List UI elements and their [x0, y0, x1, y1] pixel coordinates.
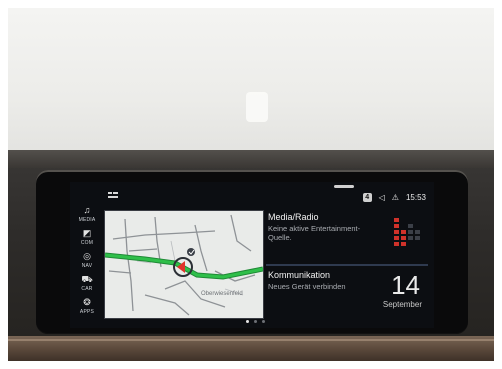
sidebar-item-nav[interactable]: ◎ NAV [72, 250, 102, 272]
navigation-icon: ◎ [83, 251, 91, 261]
car-icon: ⛟ [81, 274, 93, 284]
trim-highlight [8, 339, 494, 341]
photo-scene: 4 ◁ ⚠ 15:53 ♫ MEDIA ◩ COM ◎ NAV ⛟ CAR ❂ … [0, 0, 502, 369]
background-wall [8, 8, 494, 160]
date-month: September [382, 300, 422, 309]
phone-icon: ◩ [82, 228, 92, 238]
media-radio-tile[interactable]: Media/Radio Keine aktive Entertainment- … [266, 210, 428, 262]
tile-divider [266, 264, 428, 266]
page-dot[interactable] [262, 320, 265, 323]
status-bar: 4 ◁ ⚠ 15:53 [70, 182, 434, 204]
speaker-icon: ◁ [378, 192, 385, 202]
apps-icon: ❂ [83, 297, 91, 307]
dashboard-top-edge [8, 150, 494, 168]
notification-badge[interactable]: 4 [362, 192, 372, 202]
sidebar: ♫ MEDIA ◩ COM ◎ NAV ⛟ CAR ❂ APPS [70, 204, 104, 324]
navigation-map[interactable]: Oberwiesenfeld [104, 210, 264, 319]
drag-handle[interactable] [334, 185, 354, 188]
user-icon: ⚠ [391, 192, 399, 202]
clock: 15:53 [405, 192, 426, 202]
sidebar-item-car[interactable]: ⛟ CAR [72, 273, 102, 295]
sidebar-item-com[interactable]: ◩ COM [72, 227, 102, 249]
communication-subtitle: Neues Gerät verbinden [268, 282, 346, 291]
sidebar-item-label: MEDIA [78, 217, 96, 223]
widget-panel: Media/Radio Keine aktive Entertainment- … [266, 210, 428, 317]
page-dot[interactable] [254, 320, 257, 323]
media-subtitle-line1: Keine aktive Entertainment- [268, 224, 361, 233]
media-title: Media/Radio [268, 212, 319, 222]
sidebar-item-label: APPS [79, 309, 95, 315]
music-note-icon: ♫ [83, 205, 91, 215]
sidebar-item-apps[interactable]: ❂ APPS [72, 296, 102, 318]
page-dot-active[interactable] [246, 320, 249, 323]
wall-light-spot [246, 92, 268, 122]
media-subtitle-line2: Quelle. [268, 233, 292, 242]
page-indicator[interactable] [246, 320, 265, 323]
date-day: 14 [391, 270, 420, 300]
sidebar-item-label: CAR [81, 286, 93, 292]
map-street-label: Oberwiesenfeld [201, 291, 243, 297]
communication-title: Kommunikation [268, 270, 331, 280]
menu-glyph-icon[interactable] [108, 192, 118, 198]
sidebar-item-label: COM [80, 240, 94, 246]
sidebar-item-label: NAV [81, 263, 93, 269]
status-icons: 4 ◁ ⚠ 15:53 [362, 191, 426, 203]
map-roads [105, 214, 263, 316]
sidebar-item-media[interactable]: ♫ MEDIA [72, 204, 102, 226]
equalizer-icon [394, 218, 420, 246]
infotainment-screen: 4 ◁ ⚠ 15:53 ♫ MEDIA ◩ COM ◎ NAV ⛟ CAR ❂ … [70, 182, 434, 328]
